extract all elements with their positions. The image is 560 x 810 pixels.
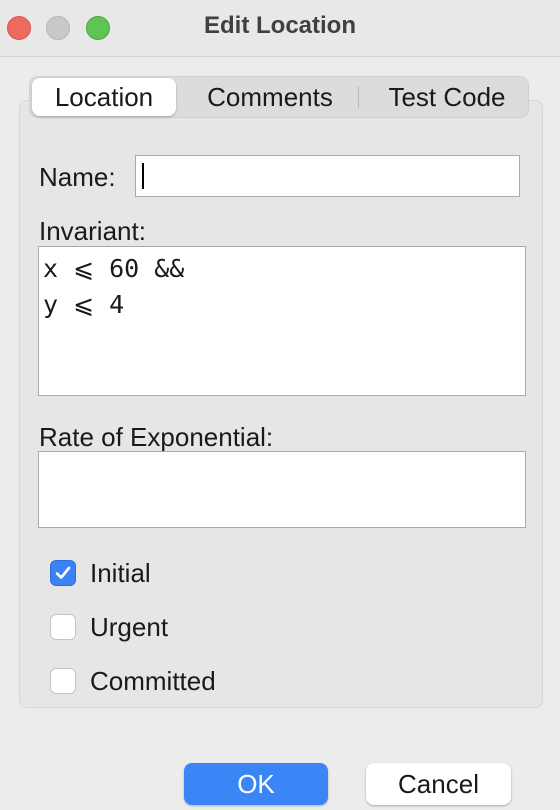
invariant-textarea[interactable]: x ⩽ 60 && y ⩽ 4 (38, 246, 526, 396)
tab-location[interactable]: Location (32, 78, 176, 116)
rate-textarea[interactable] (38, 451, 526, 528)
urgent-checkbox[interactable] (50, 614, 76, 640)
committed-label: Committed (90, 665, 216, 696)
cancel-button[interactable]: Cancel (366, 763, 511, 805)
initial-label: Initial (90, 557, 151, 588)
tab-separator (358, 86, 359, 108)
title-bar: Edit Location (0, 0, 560, 57)
tab-bar: Location Comments Test Code (29, 76, 529, 118)
committed-checkbox[interactable] (50, 668, 76, 694)
committed-checkbox-row[interactable]: Committed (50, 665, 216, 696)
name-field[interactable] (135, 155, 520, 197)
rate-label: Rate of Exponential: (39, 422, 274, 452)
invariant-value: x ⩽ 60 && y ⩽ 4 (43, 254, 185, 319)
text-caret (142, 163, 144, 189)
initial-checkbox-row[interactable]: Initial (50, 557, 151, 588)
edit-location-dialog: Edit Location Location Comments Test Cod… (0, 0, 560, 810)
name-label: Name: (39, 162, 116, 192)
tab-test-code[interactable]: Test Code (383, 77, 511, 117)
window-title: Edit Location (204, 12, 356, 39)
tab-comments[interactable]: Comments (204, 77, 336, 117)
urgent-label: Urgent (90, 611, 169, 642)
ok-button[interactable]: OK (184, 763, 328, 805)
checkmark-icon (55, 566, 71, 579)
invariant-label: Invariant: (39, 216, 146, 246)
initial-checkbox[interactable] (50, 560, 76, 586)
urgent-checkbox-row[interactable]: Urgent (50, 611, 169, 642)
